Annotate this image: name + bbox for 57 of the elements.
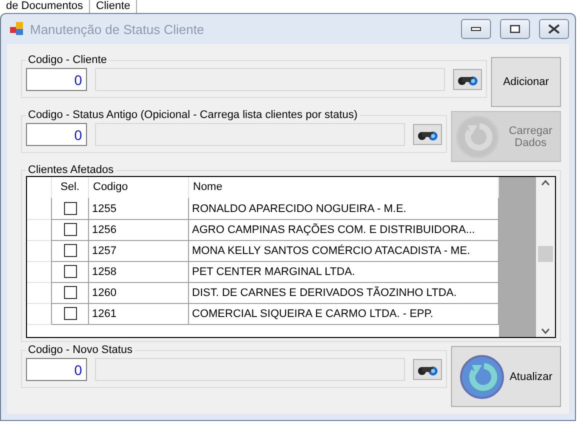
scroll-up-icon — [541, 180, 550, 186]
row-header[interactable] — [27, 198, 52, 220]
binoculars-icon — [456, 74, 478, 86]
minimize-icon — [471, 27, 481, 31]
checkbox[interactable] — [64, 286, 76, 299]
table-cell: DIST. DE CARNES E DERIVADOS TÃOZINHO LTDA. — [189, 282, 499, 304]
binoculars-icon — [416, 364, 438, 376]
table-cell: 1255 — [89, 198, 189, 220]
name-field[interactable] — [95, 123, 405, 146]
scroll-down-icon — [541, 328, 550, 334]
group-label: Codigo - Cliente — [27, 54, 108, 66]
group-label: Clientes Afetados — [27, 164, 115, 176]
table-cell: RONALDO APARECIDO NOGUEIRA - M.E. — [189, 198, 499, 220]
binoculars-icon — [416, 128, 438, 140]
search-button[interactable] — [453, 69, 482, 90]
table-cell: 1256 — [89, 219, 189, 241]
update-button[interactable]: Atualizar — [451, 346, 561, 407]
group-label: Codigo - Novo Status — [27, 344, 134, 356]
checkbox[interactable] — [64, 265, 76, 278]
column-header[interactable]: Sel. — [52, 177, 89, 198]
table-cell: MONA KELLY SANTOS COMÉRCIO ATACADISTA - ME. — [189, 240, 499, 262]
row-header[interactable] — [27, 240, 52, 262]
table-cell: AGRO CAMPINAS RAÇÕES COM. E DISTRIBUIDORA... — [189, 219, 499, 241]
group-label: Codigo - Status Antigo (Opicional - Carrega lista clientes por status) — [27, 109, 359, 121]
name-field[interactable] — [95, 68, 445, 91]
name-field[interactable] — [95, 358, 405, 381]
vertical-scrollbar[interactable] — [536, 177, 555, 337]
table-cell: 1257 — [89, 240, 189, 262]
table-cell: 1258 — [89, 261, 189, 283]
scroll-thumb[interactable] — [538, 246, 553, 262]
table-cell: PET CENTER MARGINAL LTDA. — [189, 261, 499, 283]
checkbox[interactable] — [64, 223, 76, 236]
column-header[interactable]: Codigo — [89, 177, 189, 198]
app-icon — [10, 22, 24, 36]
code-field[interactable]: 0 — [26, 123, 87, 146]
row-header[interactable] — [27, 303, 52, 325]
search-button[interactable] — [413, 124, 442, 145]
table-cell: COMERCIAL SIQUEIRA E CARMO LTDA. - EPP. — [189, 303, 499, 325]
checkbox[interactable] — [64, 244, 76, 257]
code-field[interactable]: 0 — [26, 358, 87, 381]
restore-icon — [510, 25, 520, 33]
table-cell: 1261 — [89, 303, 189, 325]
row-header[interactable] — [27, 261, 52, 283]
search-button[interactable] — [413, 359, 442, 380]
window-title: Manutenção de Status Cliente — [30, 22, 206, 36]
close-icon — [548, 24, 560, 34]
add-button[interactable]: Adicionar — [491, 57, 561, 107]
minimize-button[interactable] — [461, 19, 491, 39]
checkbox[interactable] — [64, 202, 76, 215]
row-header[interactable] — [27, 282, 52, 304]
code-field[interactable]: 0 — [26, 68, 87, 91]
row-header[interactable] — [27, 219, 52, 241]
restore-button[interactable] — [500, 19, 530, 39]
table-cell: 1260 — [89, 282, 189, 304]
refresh-icon — [460, 354, 504, 398]
checkbox[interactable] — [64, 307, 76, 320]
close-button[interactable] — [539, 19, 569, 39]
